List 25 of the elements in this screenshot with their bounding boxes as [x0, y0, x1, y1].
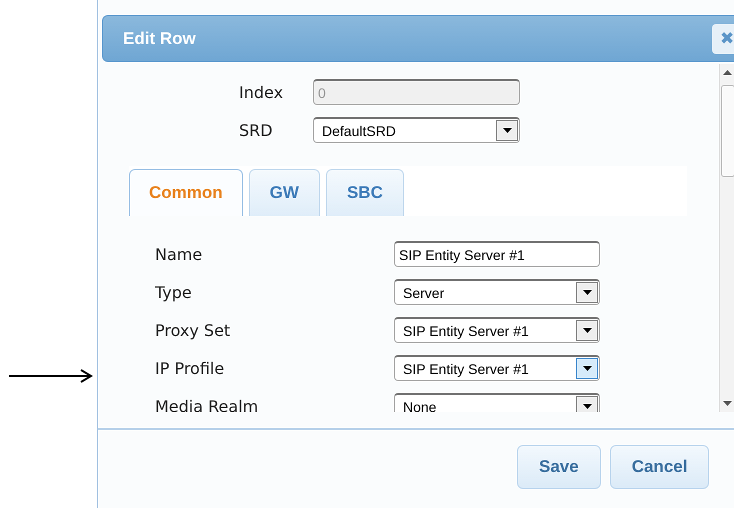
scroll-thumb[interactable] — [720, 85, 734, 177]
scroll-up-icon[interactable] — [723, 70, 732, 75]
field-label: IP Profile — [155, 358, 226, 378]
tab[interactable]: GW — [248, 169, 320, 216]
scroll-down-icon[interactable] — [723, 401, 732, 406]
field-label: SRD — [239, 120, 274, 140]
dropdown[interactable]: DefaultSRD — [313, 117, 520, 143]
field-label: Index — [239, 82, 284, 102]
text-field[interactable]: SIP Entity Server #1 — [394, 241, 600, 267]
scrollbar[interactable] — [719, 64, 734, 412]
dialog-title: Edit Row — [122, 28, 196, 48]
dropdown[interactable]: None — [394, 393, 600, 412]
tab[interactable]: SBC — [326, 169, 404, 216]
arrow-icon — [9, 369, 93, 383]
dialog-button[interactable]: Save — [517, 445, 601, 489]
dropdown[interactable]: SIP Entity Server #1 — [394, 355, 600, 381]
dropdown[interactable]: Server — [394, 279, 600, 305]
field-label: Name — [155, 244, 204, 264]
tab[interactable]: Common — [129, 169, 243, 216]
field-label: Media Realm — [155, 396, 260, 412]
dropdown[interactable]: SIP Entity Server #1 — [394, 317, 600, 343]
field-label: Type — [155, 282, 193, 302]
dialog-button[interactable]: Cancel — [610, 445, 710, 489]
close-button[interactable]: ✖ — [712, 24, 734, 54]
field-label: Proxy Set — [155, 320, 232, 340]
